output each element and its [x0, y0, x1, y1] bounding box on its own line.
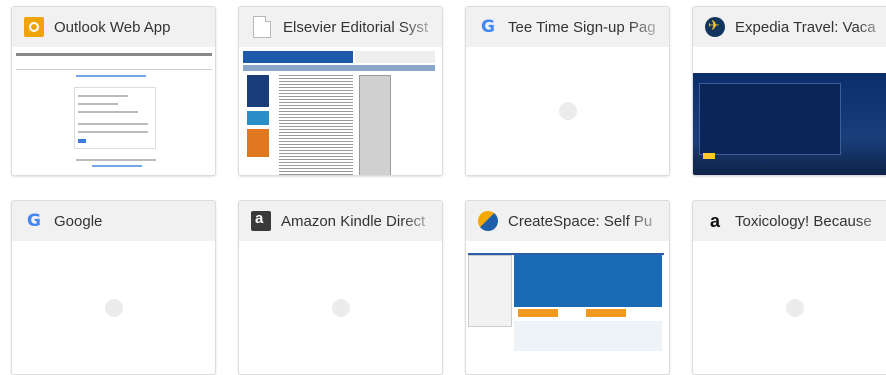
page-thumbnail	[239, 47, 442, 175]
outlook-icon	[24, 17, 44, 37]
tile-header: Expedia Travel: Vaca	[693, 7, 886, 47]
loading-spinner-icon	[331, 298, 350, 317]
loading-spinner-icon	[785, 298, 804, 317]
tile-tee-time[interactable]: G Tee Time Sign-up Pag	[465, 6, 670, 176]
tile-header: Elsevier Editorial Syst	[239, 7, 442, 47]
loading-spinner-icon	[558, 102, 577, 120]
tile-title: Tee Time Sign-up Pag	[508, 18, 656, 36]
tile-createspace[interactable]: CreateSpace: Self Pu	[465, 200, 670, 375]
page-thumbnail-loading	[693, 241, 886, 374]
tile-expedia[interactable]: Expedia Travel: Vaca	[692, 6, 886, 176]
tile-title: Expedia Travel: Vaca	[735, 18, 876, 36]
tile-header: CreateSpace: Self Pu	[466, 201, 669, 241]
tile-kindle[interactable]: Amazon Kindle Direct	[238, 200, 443, 375]
tile-header: a Toxicology! Because	[693, 201, 886, 241]
loading-spinner-icon	[104, 298, 123, 317]
tile-title: CreateSpace: Self Pu	[508, 212, 653, 230]
kindle-icon	[251, 210, 271, 231]
tile-title: Amazon Kindle Direct	[281, 212, 426, 230]
google-g-icon: G	[27, 211, 41, 231]
tile-header: G Google	[12, 201, 215, 241]
expedia-icon	[705, 17, 725, 37]
tile-outlook[interactable]: Outlook Web App	[11, 6, 216, 176]
page-thumbnail	[12, 47, 215, 175]
page-thumbnail	[693, 47, 886, 175]
tile-title: Toxicology! Because	[735, 212, 872, 230]
tile-toxicology[interactable]: a Toxicology! Because	[692, 200, 886, 375]
google-g-icon: G	[481, 17, 495, 37]
amazon-icon: a	[709, 210, 720, 231]
tile-header: Amazon Kindle Direct	[239, 201, 442, 241]
page-thumbnail	[466, 241, 669, 374]
tile-google[interactable]: G Google	[11, 200, 216, 375]
page-thumbnail-loading	[466, 47, 669, 175]
page-thumbnail-loading	[12, 241, 215, 374]
tile-header: Outlook Web App	[12, 7, 215, 47]
document-icon	[253, 16, 271, 38]
tile-elsevier[interactable]: Elsevier Editorial Syst	[238, 6, 443, 176]
page-thumbnail-loading	[239, 241, 442, 374]
tile-title: Google	[54, 212, 103, 230]
tile-title: Elsevier Editorial Syst	[283, 18, 429, 36]
tile-title: Outlook Web App	[54, 18, 171, 36]
createspace-icon	[478, 211, 498, 231]
tile-header: G Tee Time Sign-up Pag	[466, 7, 669, 47]
